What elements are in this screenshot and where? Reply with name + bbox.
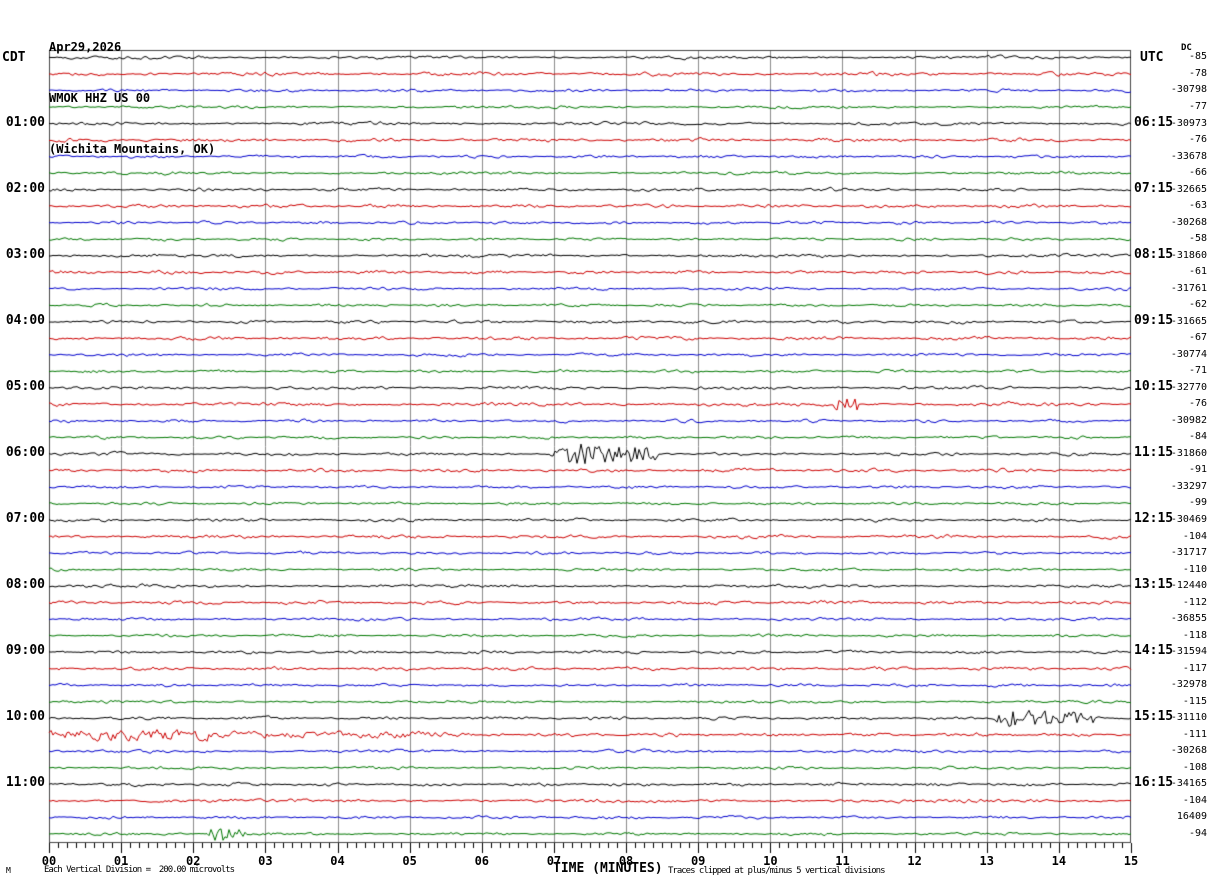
dc-offset-value: -58 [1188, 233, 1207, 245]
dc-offset-value: -31860 [1170, 249, 1207, 261]
dc-offset-value: -94 [1188, 827, 1207, 839]
title-date: Apr29,2026 [49, 40, 122, 54]
dc-offset-value: -91 [1188, 464, 1207, 476]
dc-offset-value: -99 [1188, 497, 1207, 509]
dc-offset-value: -33297 [1170, 480, 1207, 492]
dc-offset-value: 16409 [1176, 811, 1207, 823]
left-hour-label: 03:00 [5, 246, 45, 262]
dc-offset-value: -61 [1188, 266, 1207, 278]
dc-offset-value: -71 [1188, 365, 1207, 377]
dc-offset-value: -36855 [1170, 613, 1207, 625]
dc-offset-value: -62 [1188, 299, 1207, 311]
left-hour-label: 11:00 [5, 775, 45, 791]
left-hour-label: 06:00 [5, 444, 45, 460]
dc-offset-value: -63 [1188, 200, 1207, 212]
left-hour-label: 05:00 [5, 378, 45, 394]
dc-offset-value: -30268 [1170, 745, 1207, 757]
dc-offset-value: -117 [1182, 662, 1207, 674]
dc-offset-value: -78 [1188, 67, 1207, 79]
plot-title-block: Apr29,2026 WMOK HHZ US 00 (Wichita Mount… [49, 3, 215, 194]
left-axis-label: CDT [2, 50, 26, 65]
left-hour-label: 04:00 [5, 312, 45, 328]
x-tick-label: 12 [907, 854, 922, 868]
dc-offset-value: -67 [1188, 332, 1207, 344]
scale-note: Each Vertical Division = 200.00 microvol… [44, 865, 235, 875]
dc-offset-value: -30268 [1170, 216, 1207, 228]
dc-offset-value: -76 [1188, 398, 1207, 410]
dc-offset-value: -32770 [1170, 381, 1207, 393]
x-tick-label: 13 [979, 854, 994, 868]
title-station: WMOK HHZ US 00 [49, 91, 151, 105]
dc-offset-value: -30973 [1170, 117, 1207, 129]
dc-offset-value: -118 [1182, 629, 1207, 641]
dc-offset-value: -104 [1182, 794, 1207, 806]
left-hour-label: 08:00 [5, 577, 45, 593]
dc-offset-value: -77 [1188, 100, 1207, 112]
dc-offset-value: -34165 [1170, 778, 1207, 790]
dc-offset-value: -31665 [1170, 315, 1207, 327]
dc-offset-value: -31717 [1170, 547, 1207, 559]
dc-offset-value: -12440 [1170, 580, 1207, 592]
left-hour-label: 01:00 [5, 114, 45, 130]
left-hour-label: 02:00 [5, 180, 45, 196]
dc-offset-value: -112 [1182, 596, 1207, 608]
corner-mark: M [6, 866, 11, 875]
dc-offset-value: -33678 [1170, 150, 1207, 162]
dc-offset-value: -84 [1188, 431, 1207, 443]
clip-note: Traces clipped at plus/minus 5 vertical … [668, 866, 886, 876]
x-tick-label: 14 [1051, 854, 1067, 868]
helicorder-page: Apr29,2026 WMOK HHZ US 00 (Wichita Mount… [0, 0, 1210, 886]
x-tick-label: 06 [474, 854, 490, 868]
x-axis-title: TIME (MINUTES) [553, 861, 663, 876]
title-location: (Wichita Mountains, OK) [49, 142, 216, 156]
x-tick-label: 15 [1123, 854, 1139, 868]
dc-offset-value: -32978 [1170, 679, 1207, 691]
x-tick-label: 03 [258, 854, 273, 868]
dc-offset-value: -108 [1182, 761, 1207, 773]
left-hour-label: 10:00 [5, 709, 45, 725]
left-hour-label: 07:00 [5, 511, 45, 527]
dc-offset-value: -30469 [1170, 514, 1207, 526]
dc-offset-value: -31761 [1170, 282, 1207, 294]
dc-offset-value: -31860 [1170, 447, 1207, 459]
x-tick-label: 05 [402, 854, 417, 868]
dc-offset-value: -104 [1182, 530, 1207, 542]
dc-offset-value: -32665 [1170, 183, 1207, 195]
dc-offset-value: -30774 [1170, 348, 1207, 360]
dc-offset-value: -66 [1188, 167, 1207, 179]
dc-offset-value: -30982 [1170, 414, 1207, 426]
dc-offset-value: -110 [1182, 563, 1207, 575]
dc-offset-value: -115 [1182, 695, 1207, 707]
x-tick-label: 04 [330, 854, 345, 868]
dc-offset-value: -30798 [1170, 84, 1207, 96]
dc-offset-value: -31594 [1170, 646, 1207, 658]
left-hour-label: 09:00 [5, 643, 45, 659]
dc-offset-value: -76 [1188, 134, 1207, 146]
dc-offset-value: -31110 [1170, 712, 1207, 724]
dc-offset-value: -111 [1182, 728, 1207, 740]
dc-offset-value: -85 [1188, 51, 1207, 63]
